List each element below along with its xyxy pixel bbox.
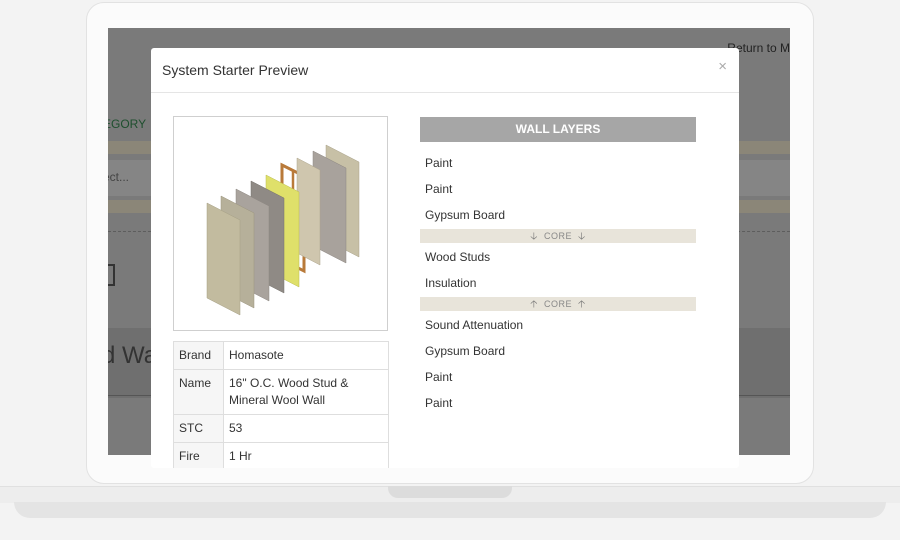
fire-value: 1 Hr bbox=[223, 442, 389, 468]
page-heading: d Wa bbox=[108, 342, 158, 369]
arrow-up-icon: 🡡 bbox=[578, 299, 586, 310]
layer-item: Sound Attenuation bbox=[425, 318, 524, 332]
core-label: CORE bbox=[543, 231, 572, 241]
brand-label: Brand bbox=[173, 341, 224, 370]
core-end-divider: 🡡 CORE 🡡 bbox=[420, 297, 696, 311]
name-label: Name bbox=[173, 369, 224, 415]
table-row: STC 53 bbox=[173, 414, 389, 443]
modal-title: System Starter Preview bbox=[162, 62, 309, 78]
layer-item: Paint bbox=[425, 370, 453, 384]
layer-item: Paint bbox=[425, 396, 453, 410]
fire-label: Fire bbox=[173, 442, 224, 468]
layer-item: Wood Studs bbox=[425, 250, 491, 264]
stc-value: 53 bbox=[223, 414, 389, 443]
laptop-base bbox=[0, 484, 900, 522]
wall-layers-header: WALL LAYERS bbox=[420, 117, 696, 142]
bracket-icon bbox=[108, 264, 115, 286]
layer-item: Gypsum Board bbox=[425, 344, 506, 358]
product-info-table: Brand Homasote Name 16" O.C. Wood Stud &… bbox=[173, 341, 389, 468]
table-row: Name 16" O.C. Wood Stud & Mineral Wool W… bbox=[173, 369, 389, 415]
layer-item: Gypsum Board bbox=[425, 208, 506, 222]
wall-preview-image bbox=[173, 116, 388, 331]
layer-item: Paint bbox=[425, 156, 453, 170]
base-notch bbox=[388, 486, 512, 498]
brand-value: Homasote bbox=[223, 341, 389, 370]
layer-item: Insulation bbox=[425, 276, 477, 290]
table-row: Brand Homasote bbox=[173, 341, 389, 370]
base-bottom bbox=[14, 502, 886, 518]
modal-header: System Starter Preview × bbox=[151, 48, 739, 93]
preview-modal: System Starter Preview × Brand Homasote … bbox=[151, 48, 739, 468]
close-icon[interactable]: × bbox=[718, 58, 727, 75]
table-row: Fire 1 Hr bbox=[173, 442, 389, 468]
category-tab[interactable]: EGORY bbox=[108, 117, 146, 131]
arrow-up-icon: 🡡 bbox=[530, 299, 538, 310]
core-start-divider: 🡣 CORE 🡣 bbox=[420, 229, 696, 243]
wall-assembly-illustration bbox=[206, 144, 360, 316]
name-value: 16" O.C. Wood Stud & Mineral Wool Wall bbox=[223, 369, 389, 415]
wall-layers-panel: WALL LAYERS Paint Paint Gypsum Board 🡣 CO… bbox=[420, 117, 696, 416]
layer-item: Paint bbox=[425, 182, 453, 196]
stc-label: STC bbox=[173, 414, 224, 443]
arrow-down-icon: 🡣 bbox=[530, 231, 538, 242]
core-label: CORE bbox=[543, 299, 572, 309]
arrow-down-icon: 🡣 bbox=[578, 231, 586, 242]
select-placeholder: ect... bbox=[108, 170, 130, 184]
